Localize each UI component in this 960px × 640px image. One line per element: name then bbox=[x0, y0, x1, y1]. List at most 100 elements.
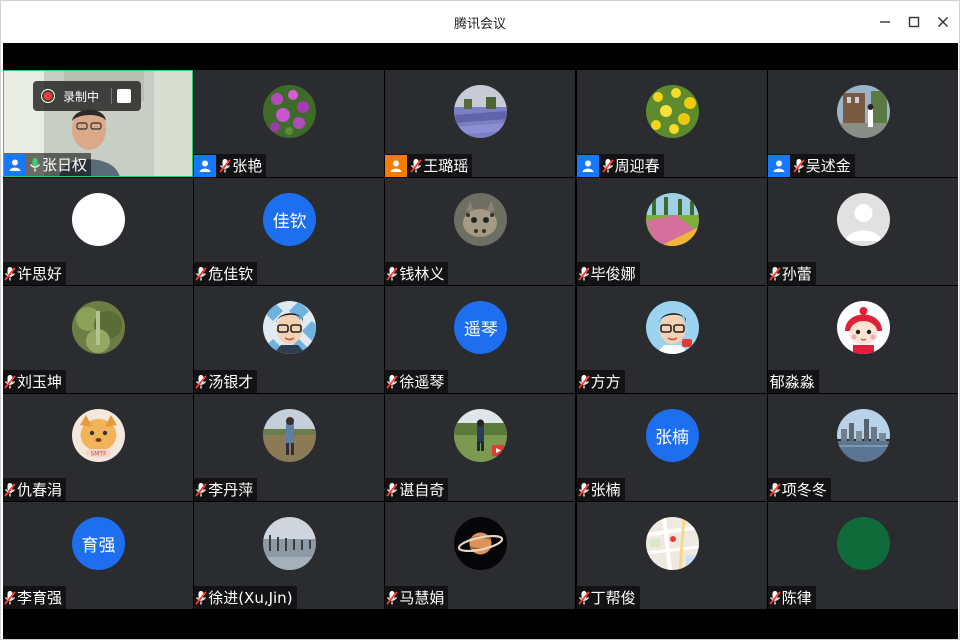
participant-name: 徐遥琴 bbox=[399, 372, 445, 391]
avatar bbox=[645, 193, 699, 246]
participant-tile[interactable]: 项冬冬 bbox=[767, 394, 958, 501]
participant-name: 丁帮俊 bbox=[590, 588, 636, 607]
participant-tile[interactable]: 陈律 bbox=[767, 502, 958, 609]
close-icon[interactable] bbox=[933, 12, 953, 32]
nameplate: 陈律 bbox=[767, 586, 816, 609]
mic-muted-icon bbox=[3, 481, 17, 499]
maximize-icon[interactable] bbox=[904, 12, 924, 32]
mic-muted-icon bbox=[577, 265, 591, 283]
nameplate: 张日权 bbox=[4, 153, 92, 176]
participant-name: 毕俊娜 bbox=[590, 264, 636, 283]
participant-name: 危佳钦 bbox=[208, 264, 254, 283]
user-role-icon bbox=[4, 153, 26, 176]
participant-tile[interactable]: 遥琴 徐遥琴 bbox=[385, 286, 576, 393]
participant-tile[interactable]: 郁淼淼 bbox=[767, 286, 958, 393]
participant-tile[interactable]: 育强 李育强 bbox=[3, 502, 193, 609]
avatar bbox=[72, 193, 125, 246]
avatar bbox=[836, 409, 890, 462]
user-role-icon bbox=[767, 154, 790, 177]
mic-muted-icon bbox=[385, 589, 399, 607]
avatar bbox=[836, 85, 890, 138]
mic-muted-icon bbox=[409, 157, 423, 175]
nameplate: 刘玉坤 bbox=[3, 370, 67, 393]
participant-tile[interactable]: 方方 bbox=[576, 286, 767, 393]
participant-tile[interactable]: 丁帮俊 bbox=[576, 502, 767, 609]
mic-muted-icon bbox=[194, 265, 208, 283]
avatar: 遥琴 bbox=[454, 301, 508, 354]
participant-tile[interactable]: 刘玉坤 bbox=[3, 286, 193, 393]
stop-recording-button[interactable] bbox=[117, 89, 131, 103]
avatar: 张楠 bbox=[645, 409, 699, 462]
participant-tile[interactable]: 周迎春 bbox=[576, 70, 767, 177]
participant-name: 马慧娟 bbox=[399, 588, 445, 607]
avatar bbox=[263, 301, 317, 354]
participant-name: 钱林义 bbox=[399, 264, 445, 283]
participant-name: 汤银才 bbox=[208, 372, 254, 391]
mic-muted-icon bbox=[3, 265, 17, 283]
recording-dot-icon bbox=[41, 89, 55, 103]
participant-name: 张日权 bbox=[42, 155, 88, 174]
mic-muted-icon bbox=[577, 373, 591, 391]
nameplate: 马慧娟 bbox=[385, 586, 449, 609]
participant-name: 李育强 bbox=[17, 588, 63, 607]
nameplate: 周迎春 bbox=[576, 154, 664, 177]
nameplate: 谌自奇 bbox=[385, 478, 449, 501]
avatar bbox=[263, 517, 317, 570]
nameplate: 郁淼淼 bbox=[767, 370, 819, 393]
participant-name: 徐进(Xu,Jin) bbox=[208, 588, 293, 607]
participant-name: 许思好 bbox=[17, 264, 63, 283]
nameplate: 吴述金 bbox=[767, 154, 855, 177]
nameplate: 仇春涓 bbox=[3, 478, 67, 501]
participant-tile[interactable]: 马慧娟 bbox=[385, 502, 576, 609]
participant-tile[interactable]: 录制中张日权 bbox=[3, 70, 193, 177]
participant-tile[interactable]: 汤银才 bbox=[194, 286, 385, 393]
user-role-icon bbox=[576, 154, 599, 177]
participant-tile[interactable]: 王璐瑶 bbox=[385, 70, 576, 177]
participant-tile[interactable]: 许思好 bbox=[3, 178, 193, 285]
participant-tile[interactable]: 李丹萍 bbox=[194, 394, 385, 501]
user-role-icon bbox=[194, 154, 217, 177]
nameplate: 孙蕾 bbox=[767, 262, 816, 285]
participant-tile[interactable]: 张艳 bbox=[194, 70, 385, 177]
participant-name: 方方 bbox=[590, 372, 621, 391]
participant-tile[interactable]: 谌自奇 bbox=[385, 394, 576, 501]
participant-name: 陈律 bbox=[781, 588, 812, 607]
participant-name: 谌自奇 bbox=[399, 480, 445, 499]
avatar bbox=[836, 193, 890, 246]
mic-muted-icon bbox=[385, 373, 399, 391]
avatar bbox=[645, 301, 699, 354]
participant-tile[interactable]: 张楠 张楠 bbox=[576, 394, 767, 501]
participant-tile[interactable]: 孙蕾 bbox=[767, 178, 958, 285]
participant-tile[interactable]: 徐进(Xu,Jin) bbox=[194, 502, 385, 609]
minimize-icon[interactable] bbox=[875, 12, 895, 32]
nameplate: 丁帮俊 bbox=[576, 586, 640, 609]
nameplate: 李育强 bbox=[3, 586, 67, 609]
nameplate: 徐进(Xu,Jin) bbox=[194, 586, 297, 609]
avatar bbox=[836, 517, 890, 570]
avatar bbox=[454, 409, 508, 462]
avatar: 佳钦 bbox=[263, 193, 317, 246]
participant-name: 仇春涓 bbox=[17, 480, 63, 499]
participant-tile[interactable]: 佳钦 危佳钦 bbox=[194, 178, 385, 285]
participant-tile[interactable]: SMTF 仇春涓 bbox=[3, 394, 193, 501]
svg-text:SMTF: SMTF bbox=[90, 451, 107, 458]
mic-muted-icon bbox=[577, 481, 591, 499]
mic-muted-icon bbox=[601, 157, 615, 175]
participant-tile[interactable]: 钱林义 bbox=[385, 178, 576, 285]
mic-muted-icon bbox=[194, 589, 208, 607]
nameplate: 毕俊娜 bbox=[576, 262, 640, 285]
avatar bbox=[645, 517, 699, 570]
recording-indicator: 录制中 bbox=[33, 81, 141, 111]
participant-tile[interactable]: 毕俊娜 bbox=[576, 178, 767, 285]
user-role-icon bbox=[385, 154, 408, 177]
participant-name: 郁淼淼 bbox=[769, 372, 815, 391]
mic-muted-icon bbox=[385, 265, 399, 283]
mic-muted-icon bbox=[194, 481, 208, 499]
title-bar[interactable]: 腾讯会议 bbox=[1, 1, 959, 43]
participant-tile[interactable]: 吴述金 bbox=[767, 70, 958, 177]
avatar bbox=[263, 409, 317, 462]
mic-muted-icon bbox=[3, 589, 17, 607]
participant-grid: 录制中 张日权 张艳 王璐瑶 周迎春 吴述金 许思好 佳钦 危佳钦 钱林义 毕俊娜 孙蕾 刘玉坤 汤银才遥… bbox=[3, 70, 958, 609]
nameplate: 方方 bbox=[576, 370, 625, 393]
participant-name: 孙蕾 bbox=[781, 264, 812, 283]
